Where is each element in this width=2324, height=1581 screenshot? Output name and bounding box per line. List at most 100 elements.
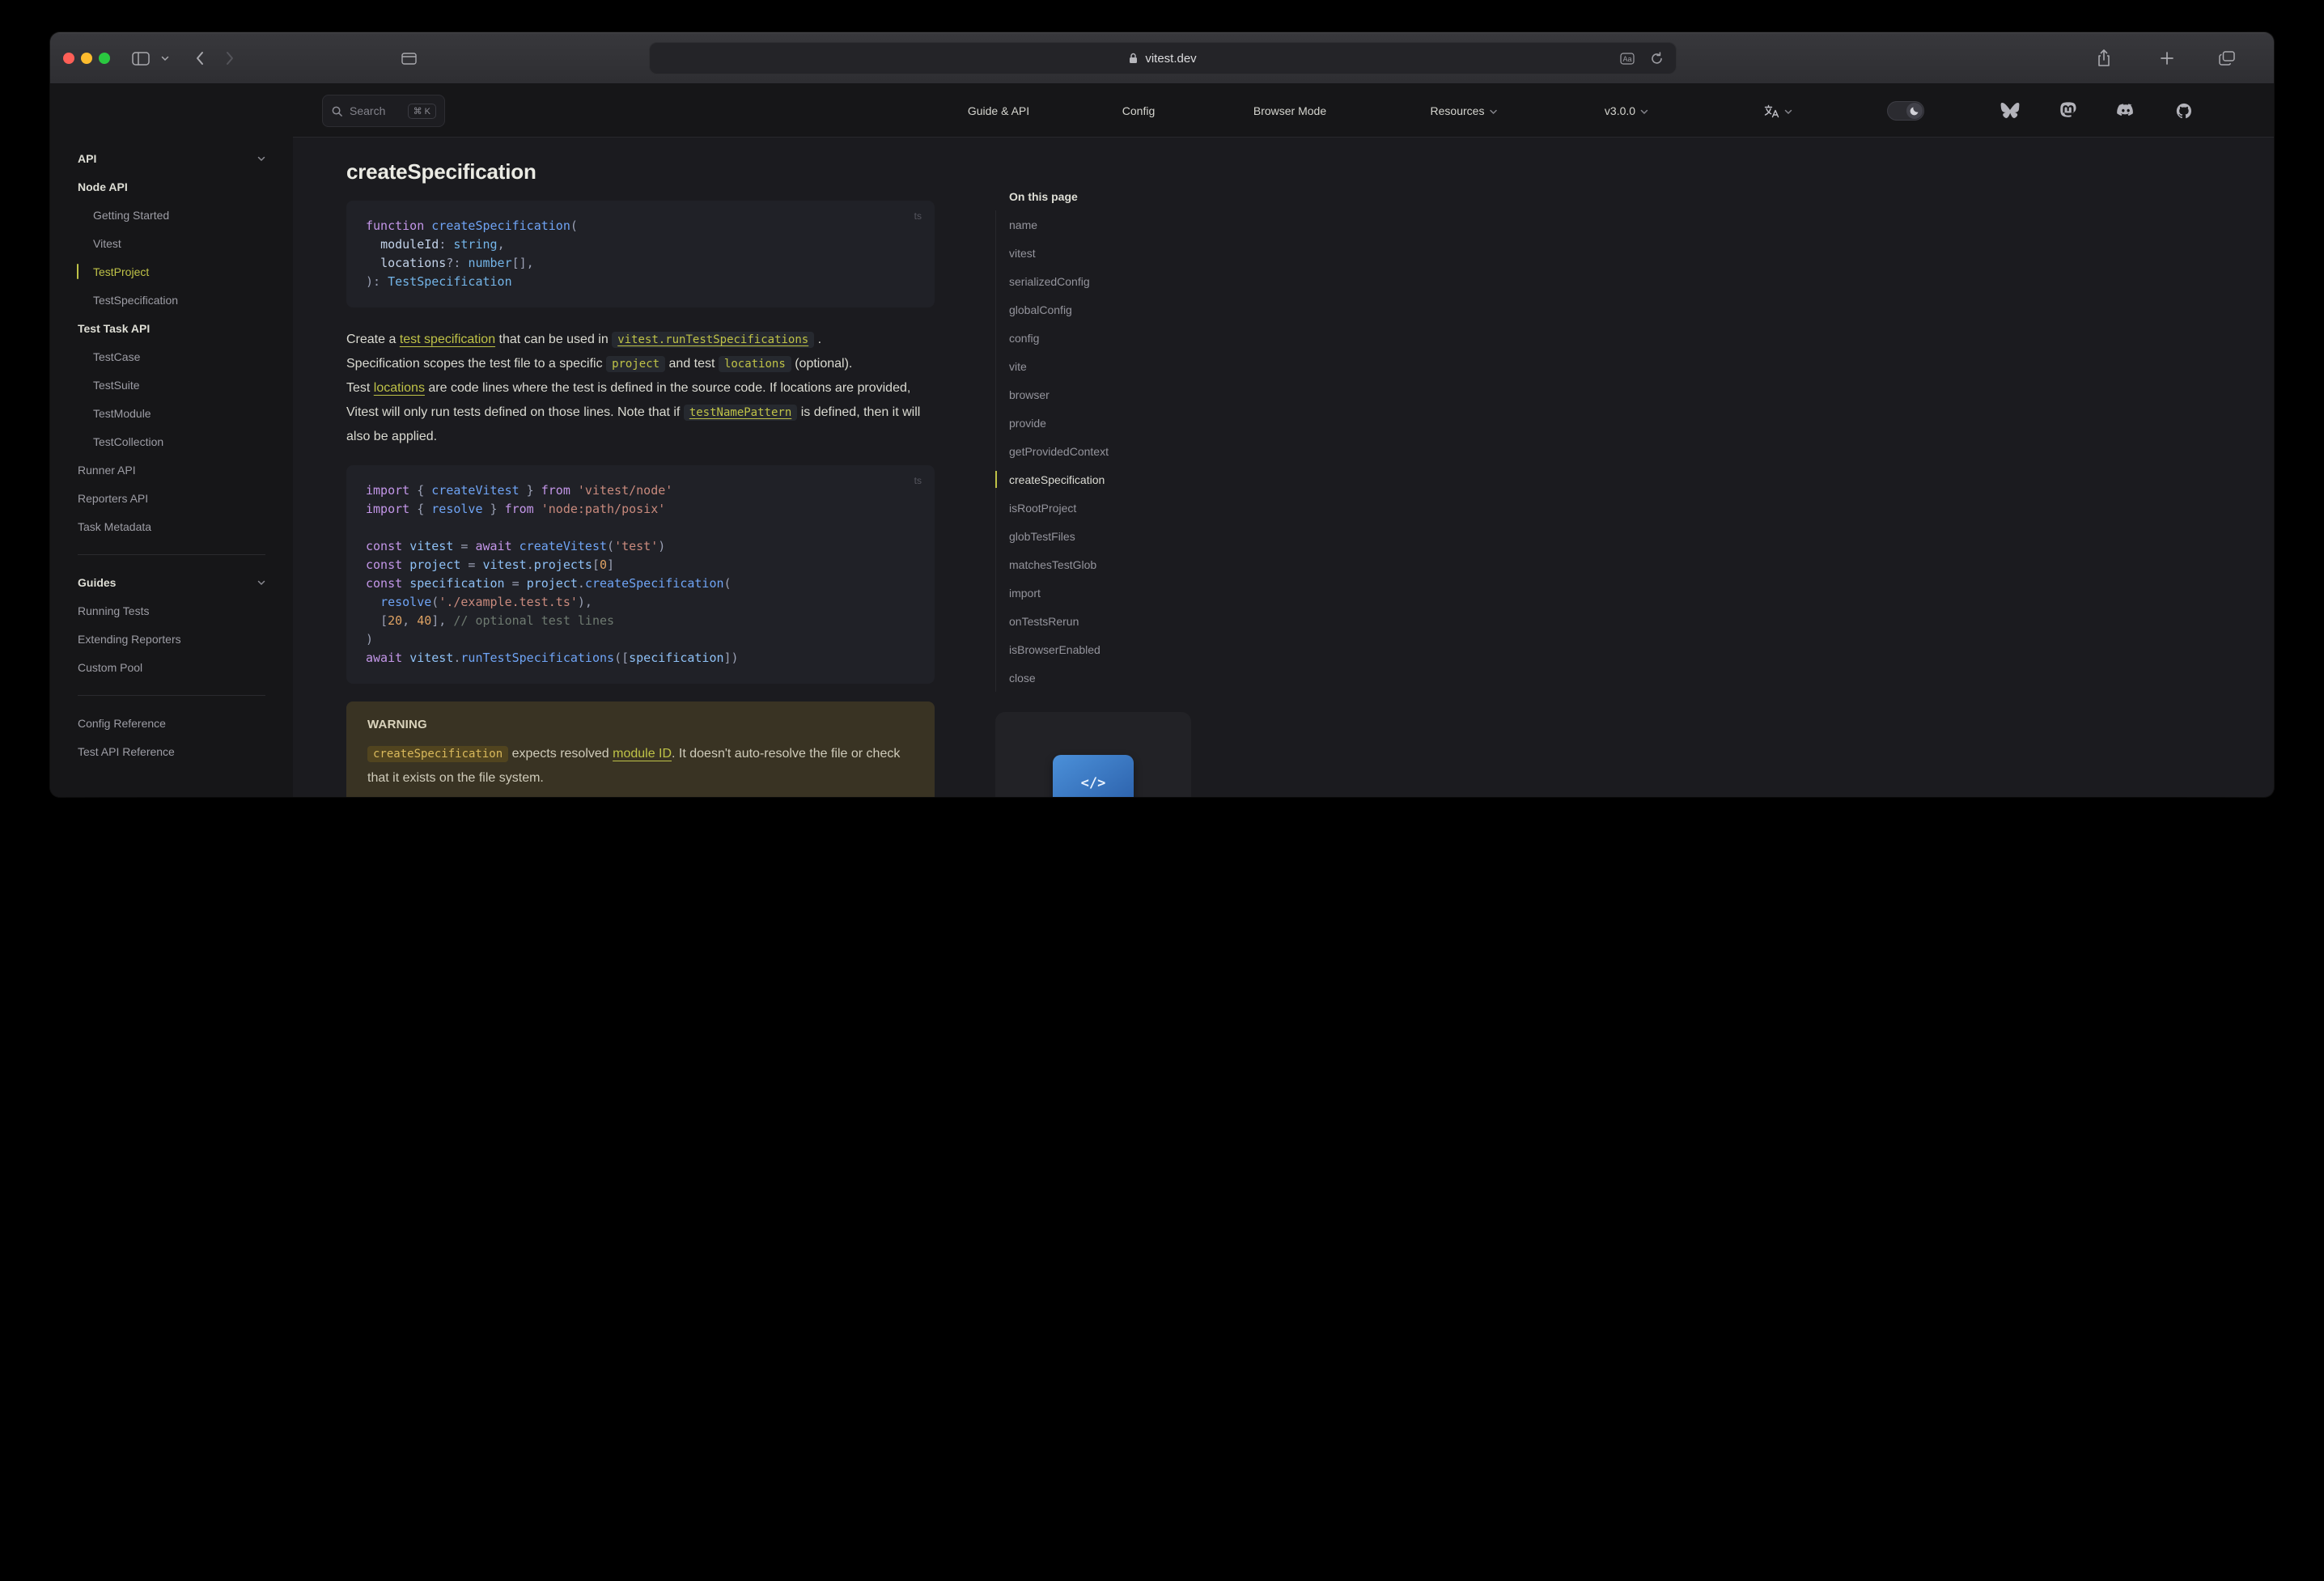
language-menu[interactable]: [1763, 84, 1792, 138]
chevron-down-icon: [1489, 108, 1497, 116]
nav-link-label: Browser Mode: [1253, 104, 1327, 117]
sidebar-item-testcollection[interactable]: TestCollection: [50, 427, 293, 456]
zoom-window-button[interactable]: [99, 53, 110, 64]
toc-item-isrootproject[interactable]: isRootProject: [996, 494, 1191, 522]
translate-icon[interactable]: Aa: [1620, 42, 1635, 74]
share-icon[interactable]: [2093, 32, 2115, 84]
lock-icon: [1129, 53, 1138, 64]
sidebar-toggle-icon[interactable]: [128, 32, 154, 84]
sidebar-item-testsuite[interactable]: TestSuite: [50, 371, 293, 399]
sidebar-item-getting-started[interactable]: Getting Started: [50, 201, 293, 229]
aside-promo-card[interactable]: </>: [995, 712, 1191, 797]
dark-mode-switch[interactable]: [1887, 101, 1924, 121]
sidebar-item-label: Test API Reference: [78, 744, 175, 758]
url-text: vitest.dev: [1145, 51, 1197, 66]
sidebar-item-vitest[interactable]: Vitest: [50, 229, 293, 257]
mastodon-icon[interactable]: [2060, 84, 2077, 138]
nav-link-browser-mode[interactable]: Browser Mode: [1253, 84, 1326, 138]
code-block-example: ts import { createVitest } from 'vitest/…: [346, 465, 935, 684]
sidebar-item-label: TestSuite: [93, 378, 140, 392]
toc-item-createspecification[interactable]: createSpecification: [995, 465, 1191, 494]
sidebar-item-label: Test Task API: [78, 321, 151, 335]
page-title: createSpecification: [346, 159, 536, 184]
toc-item-vite[interactable]: vite: [996, 352, 1191, 380]
toolbar-chevron-down-icon[interactable]: [157, 32, 173, 84]
toc-item-globalconfig[interactable]: globalConfig: [996, 295, 1191, 324]
docs-sidebar: API Node API Getting Started Vitest TestProj…: [50, 84, 293, 797]
sidebar-item-custom-pool[interactable]: Custom Pool: [50, 653, 293, 681]
theme-toggle[interactable]: [1887, 84, 1924, 138]
sidebar-item-label: TestModule: [93, 406, 151, 420]
toc-item-getprovidedcontext[interactable]: getProvidedContext: [996, 437, 1191, 465]
minimize-window-button[interactable]: [81, 53, 92, 64]
sidebar-item-label: TestCollection: [93, 434, 164, 448]
sidebar-item-config-reference[interactable]: Config Reference: [50, 709, 293, 737]
inline-link-module-id[interactable]: module ID: [613, 747, 672, 761]
sidebar-item-runner-api[interactable]: Runner API: [50, 456, 293, 484]
nav-link-guide-api[interactable]: Guide & API: [968, 84, 1029, 138]
toc-item-serializedconfig[interactable]: serializedConfig: [996, 267, 1191, 295]
address-bar[interactable]: vitest.dev Aa: [649, 42, 1677, 74]
toc-item-name[interactable]: name: [996, 210, 1191, 239]
page-layout-icon[interactable]: [397, 32, 421, 84]
bluesky-icon[interactable]: [2000, 84, 2020, 138]
toc-item-browser[interactable]: browser: [996, 380, 1191, 409]
toc-item-matchestestglob[interactable]: matchesTestGlob: [996, 550, 1191, 579]
chevron-down-icon: [1640, 108, 1648, 116]
reload-icon[interactable]: [1650, 42, 1664, 74]
toc-item-ontestsrerun[interactable]: onTestsRerun: [996, 607, 1191, 635]
toc-item-close[interactable]: close: [996, 663, 1191, 692]
inline-code-vitest-runtestspecifications[interactable]: vitest.runTestSpecifications: [612, 332, 815, 348]
new-tab-icon[interactable]: [2156, 32, 2178, 84]
sidebar-item-label: TestCase: [93, 350, 141, 363]
sidebar-item-guides[interactable]: Guides: [50, 568, 293, 596]
sidebar-item-test-api-reference[interactable]: Test API Reference: [50, 737, 293, 765]
toc-aside: On this page name vitest serializedConfig g…: [995, 182, 1191, 692]
sidebar-item-extending-reporters[interactable]: Extending Reporters: [50, 625, 293, 653]
sidebar-item-running-tests[interactable]: Running Tests: [50, 596, 293, 625]
search-input[interactable]: Search ⌘ K: [322, 95, 445, 127]
inline-link-test-specification[interactable]: test specification: [400, 333, 495, 346]
sidebar-divider: [50, 681, 293, 709]
inline-code-testnamepattern[interactable]: testNamePattern: [683, 405, 798, 421]
toc-item-isbrowserenabled[interactable]: isBrowserEnabled: [996, 635, 1191, 663]
sidebar-item-testmodule[interactable]: TestModule: [50, 399, 293, 427]
forward-icon[interactable]: [218, 32, 241, 84]
nav-link-label: Config: [1122, 104, 1156, 117]
sidebar-item-reporters-api[interactable]: Reporters API: [50, 484, 293, 512]
sidebar-item-api[interactable]: API: [50, 144, 293, 172]
toc-item-vitest[interactable]: vitest: [996, 239, 1191, 267]
search-placeholder: Search: [350, 104, 386, 117]
sidebar-item-task-metadata[interactable]: Task Metadata: [50, 512, 293, 540]
chevron-down-icon: [257, 155, 265, 163]
sidebar-item-testproject[interactable]: TestProject: [50, 257, 293, 286]
doc-content: createSpecification ts function createSp…: [346, 138, 935, 797]
sidebar-item-node-api[interactable]: Node API: [50, 172, 293, 201]
sidebar-item-label: Running Tests: [78, 604, 150, 617]
traffic-lights: [63, 53, 110, 64]
sidebar-item-testcase[interactable]: TestCase: [50, 342, 293, 371]
sidebar-item-testspecification[interactable]: TestSpecification: [50, 286, 293, 314]
sidebar-item-test-task-api[interactable]: Test Task API: [50, 314, 293, 342]
close-window-button[interactable]: [63, 53, 74, 64]
warning-body: createSpecification expects resolved mod…: [367, 746, 901, 785]
chevron-down-icon: [1784, 108, 1792, 116]
nav-link-config[interactable]: Config: [1122, 84, 1155, 138]
discord-icon[interactable]: [2117, 84, 2135, 138]
toc-item-provide[interactable]: provide: [996, 409, 1191, 437]
nav-link-resources[interactable]: Resources: [1431, 84, 1498, 138]
inline-link-locations[interactable]: locations: [374, 381, 425, 395]
code-listing: function createSpecification( moduleId: …: [366, 218, 578, 289]
tab-overview-icon[interactable]: [2216, 32, 2238, 84]
sidebar-item-label: Custom Pool: [78, 660, 143, 674]
description-paragraph: Create a test specification that can be …: [346, 332, 921, 443]
code-listing: import { createVitest } from 'vitest/nod…: [366, 483, 739, 665]
github-icon[interactable]: [2175, 84, 2193, 138]
back-icon[interactable]: [188, 32, 210, 84]
inline-code-createspecification: createSpecification: [367, 746, 509, 762]
toc-item-globtestfiles[interactable]: globTestFiles: [996, 522, 1191, 550]
toc-item-config[interactable]: config: [996, 324, 1191, 352]
nav-link-v3-0-0[interactable]: v3.0.0: [1605, 84, 1648, 138]
toc-item-import[interactable]: import: [996, 579, 1191, 607]
warning-callout: WARNING createSpecification expects reso…: [346, 701, 935, 797]
